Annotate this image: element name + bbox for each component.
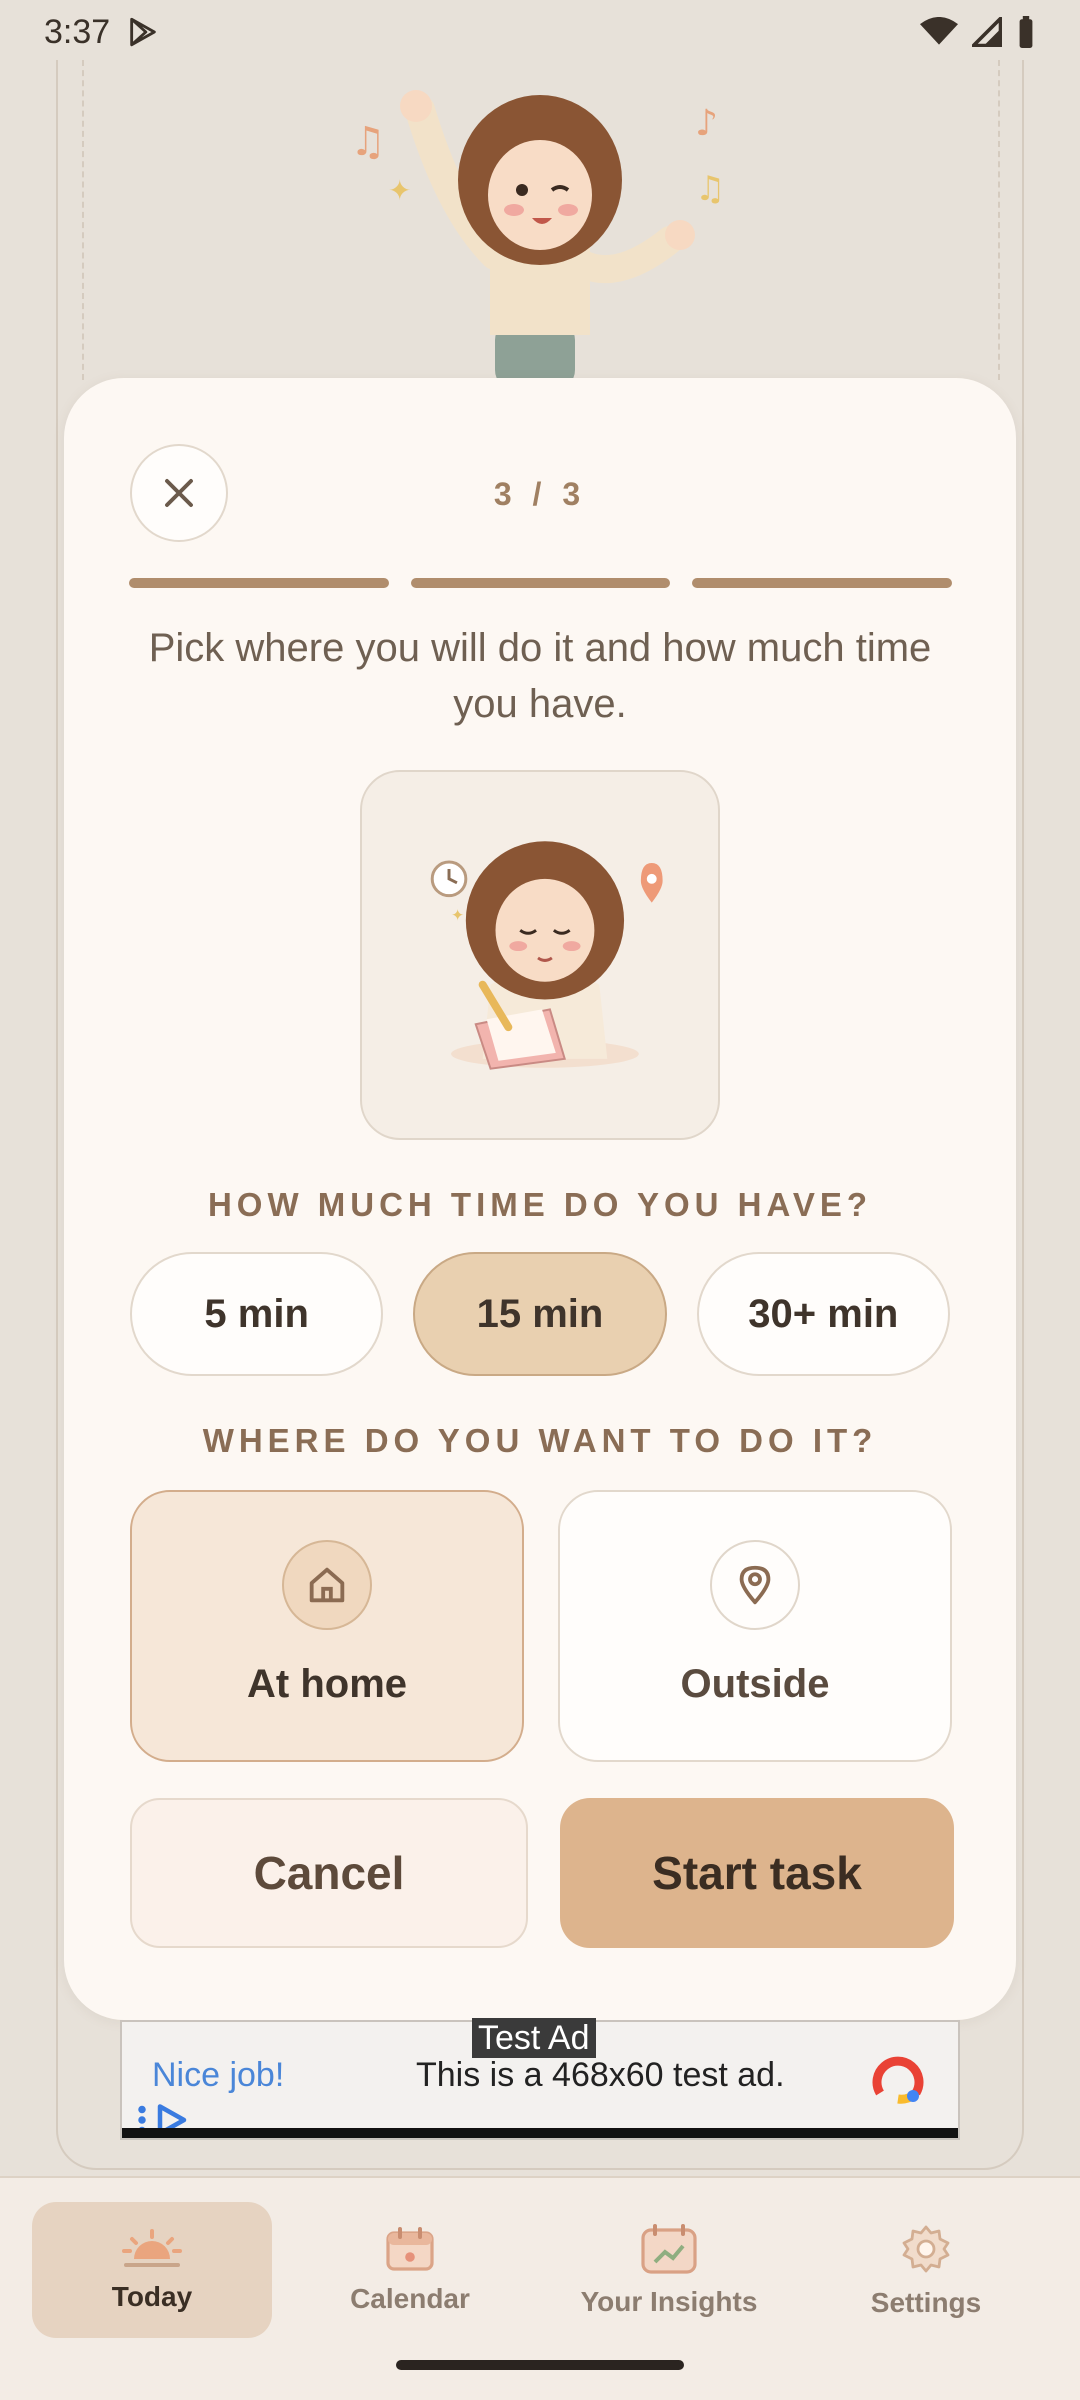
place-section-title: WHERE DO YOU WANT TO DO IT? xyxy=(202,1422,878,1459)
time-options: 5 min 15 min 30+ min xyxy=(130,1252,950,1376)
place-option-at-home[interactable]: At home xyxy=(130,1490,524,1762)
place-options: At home Outside xyxy=(130,1490,952,1762)
play-store-icon xyxy=(130,17,156,47)
location-pin-icon xyxy=(710,1540,800,1630)
place-label-at-home: At home xyxy=(247,1662,407,1706)
battery-icon xyxy=(1019,16,1033,48)
insights-icon xyxy=(641,2224,697,2274)
svg-text:♪: ♪ xyxy=(695,103,718,144)
time-option-15-min[interactable]: 15 min xyxy=(413,1252,667,1376)
progress-segment-1 xyxy=(129,578,389,588)
nav-label-today: Today xyxy=(111,2281,193,2312)
nav-settings[interactable]: Settings xyxy=(806,2202,1046,2338)
svg-text:♫: ♫ xyxy=(695,169,725,209)
background-dash-right xyxy=(998,60,1000,380)
place-option-outside[interactable]: Outside xyxy=(558,1490,952,1762)
ad-logo-icon xyxy=(872,2056,924,2104)
gear-icon xyxy=(902,2225,950,2273)
svg-text:✦: ✦ xyxy=(451,905,464,924)
status-icons xyxy=(920,16,1036,48)
signal-icon xyxy=(972,17,1002,47)
step-description: Pick where you will do it and how much t… xyxy=(148,626,932,726)
ad-banner[interactable]: Test Ad Nice job! This is a 468x60 test … xyxy=(120,2018,960,2140)
start-task-button[interactable]: Start task xyxy=(560,1798,954,1948)
ad-headline: Nice job! xyxy=(152,2056,285,2094)
time-option-5-min[interactable]: 5 min xyxy=(130,1252,384,1376)
progress-bar xyxy=(129,578,953,588)
writing-girl-drawing: ✦ xyxy=(430,841,663,1070)
ad-message: This is a 468x60 test ad. xyxy=(416,2056,785,2094)
step-indicator: 3 / 3 xyxy=(493,476,587,512)
calendar-icon xyxy=(386,2227,434,2271)
svg-text:✦: ✦ xyxy=(388,174,411,207)
sheet-actions: Cancel Start task xyxy=(130,1798,954,1948)
time-option-30-plus-min[interactable]: 30+ min xyxy=(696,1252,950,1376)
status-bar: 3:37 xyxy=(0,0,1080,64)
time-section-title: HOW MUCH TIME DO YOU HAVE? xyxy=(207,1186,873,1223)
home-icon xyxy=(282,1540,372,1630)
cancel-button[interactable]: Cancel xyxy=(130,1798,528,1948)
ad-tag: Test Ad xyxy=(472,2018,596,2058)
gesture-navigation-bar[interactable] xyxy=(396,2360,684,2370)
ad-bottom-bar xyxy=(122,2128,958,2138)
nav-label-your-insights: Your Insights xyxy=(580,2286,758,2317)
nav-label-settings: Settings xyxy=(870,2287,982,2318)
status-time: 3:37 xyxy=(44,12,111,51)
progress-segment-3 xyxy=(692,578,953,588)
svg-text:♫: ♫ xyxy=(350,119,386,165)
nav-your-insights[interactable]: Your Insights xyxy=(549,2202,789,2338)
wifi-icon xyxy=(920,17,958,45)
place-label-outside: Outside xyxy=(680,1662,830,1706)
task-setup-sheet: 3 / 3 Pick where you will do it and how … xyxy=(64,378,1016,2020)
progress-segment-2 xyxy=(410,578,671,588)
nav-calendar[interactable]: Calendar xyxy=(290,2202,530,2338)
sunrise-icon xyxy=(122,2229,182,2267)
nav-today[interactable]: Today xyxy=(32,2202,272,2338)
dancing-girl-illustration: ♫ ♪ ♫ ✦ xyxy=(350,90,725,390)
writing-girl-illustration: ✦ xyxy=(360,770,720,1140)
background-dash-left xyxy=(82,60,84,380)
nav-label-calendar: Calendar xyxy=(350,2283,470,2314)
